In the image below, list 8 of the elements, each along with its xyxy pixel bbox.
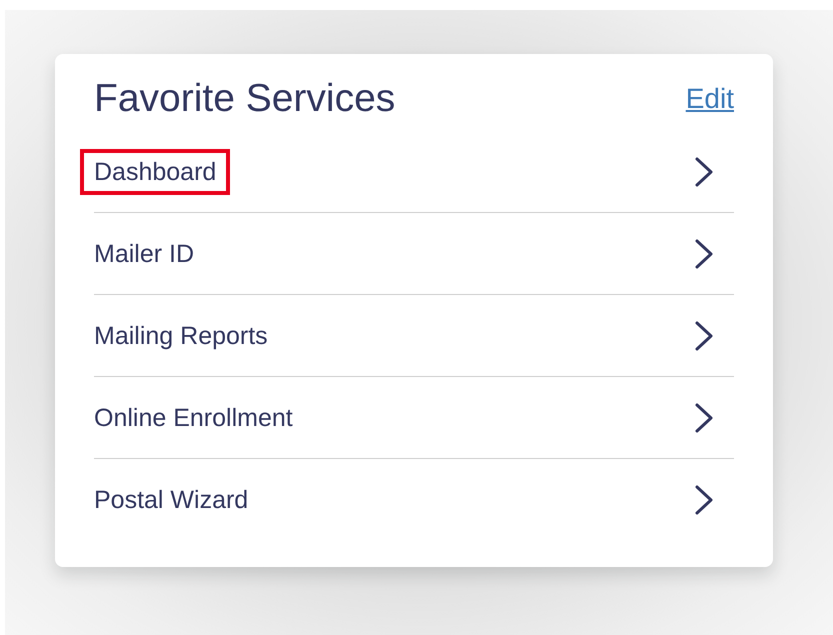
card-title: Favorite Services xyxy=(94,76,396,122)
chevron-right-icon xyxy=(694,238,714,270)
chevron-right-icon xyxy=(694,402,714,434)
service-item[interactable]: Postal Wizard xyxy=(80,458,734,541)
chevron-right-icon xyxy=(694,484,714,516)
chevron-right-icon xyxy=(694,156,714,188)
edit-link[interactable]: Edit xyxy=(686,78,734,120)
chevron-right-icon xyxy=(694,320,714,352)
